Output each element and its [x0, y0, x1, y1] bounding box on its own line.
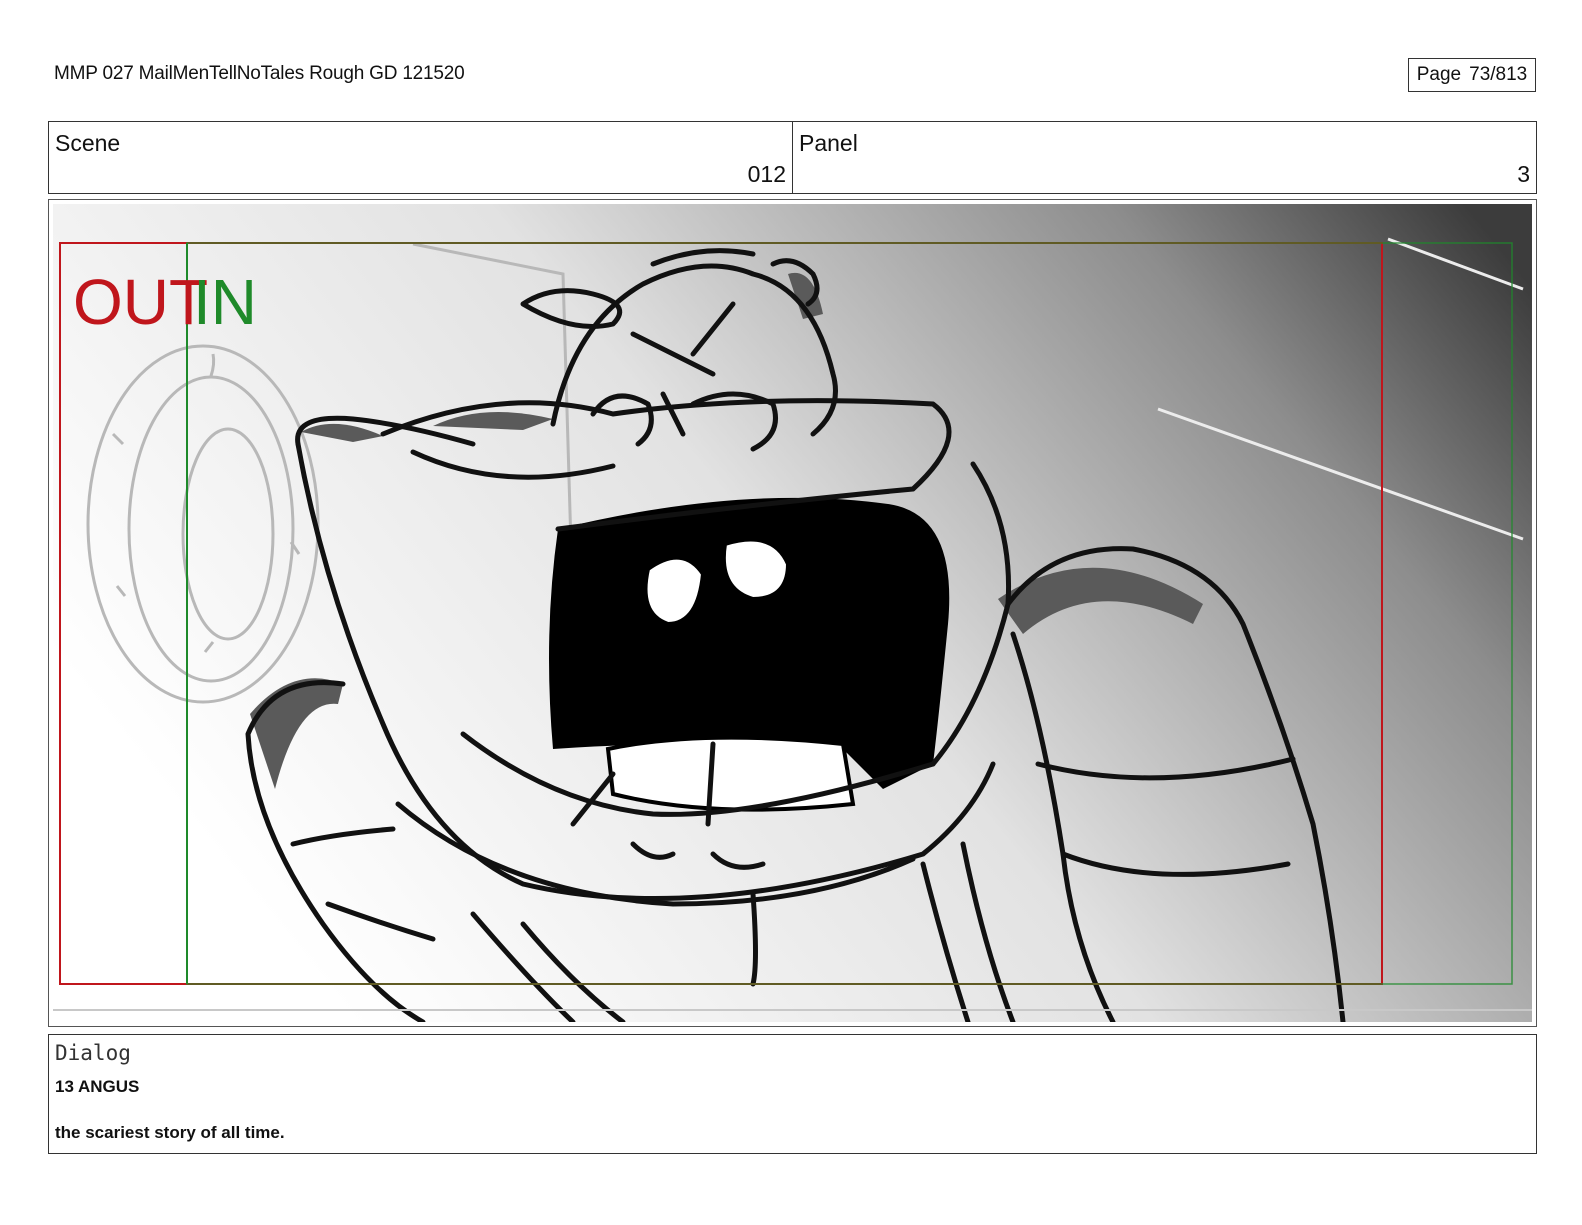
storyboard-frame: OUT IN — [48, 199, 1537, 1027]
page-number: 73/813 — [1469, 64, 1528, 85]
scene-number: 012 — [747, 161, 786, 187]
panel-number: 3 — [1517, 161, 1530, 187]
panel-cell: Panel 3 — [792, 122, 1536, 193]
dialog-label: Dialog — [55, 1041, 131, 1065]
in-marker: IN — [193, 266, 257, 338]
document-title: MMP 027 MailMenTellNoTales Rough GD 1215… — [54, 63, 465, 84]
storyboard-drawing: OUT IN — [53, 204, 1532, 1022]
dialog-line: the scariest story of all time. — [55, 1123, 285, 1142]
page-indicator: Page 73/813 — [1408, 58, 1536, 92]
scene-panel-header: Scene 012 Panel 3 — [48, 121, 1537, 194]
scene-label: Scene — [55, 130, 121, 156]
scene-cell: Scene 012 — [49, 122, 792, 193]
dialog-box: Dialog 13 ANGUS the scariest story of al… — [48, 1034, 1537, 1154]
dialog-character: 13 ANGUS — [55, 1077, 140, 1096]
panel-label: Panel — [799, 130, 858, 156]
page-label: Page — [1416, 64, 1462, 85]
out-marker: OUT — [73, 266, 208, 338]
